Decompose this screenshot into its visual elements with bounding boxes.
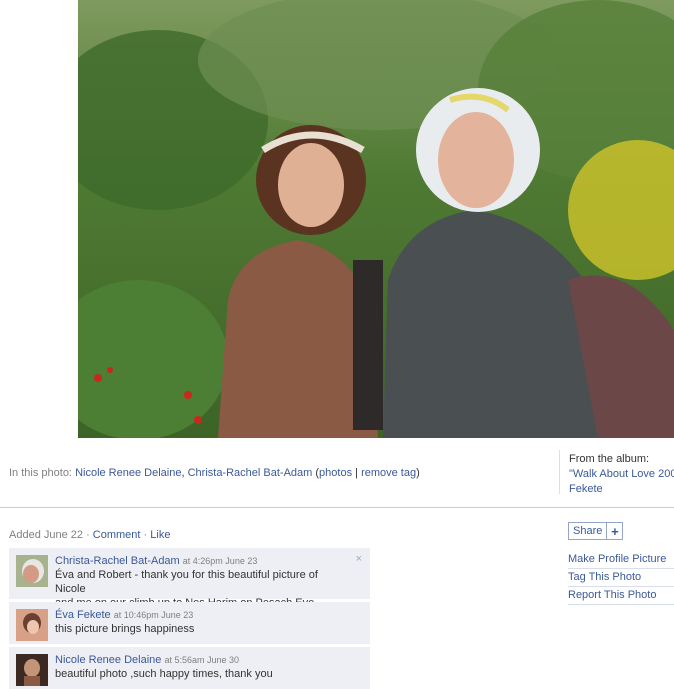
comment-author-link[interactable]: Éva Fekete <box>55 609 111 621</box>
comment-text: Éva and Robert - thank you for this beau… <box>55 569 318 595</box>
photo-page: In this photo: Nicole Renee Delaine, Chr… <box>0 0 674 689</box>
comment-time: at 5:56am June 30 <box>164 655 240 665</box>
tags-prefix: In this photo: <box>9 467 72 479</box>
album-owner-link[interactable]: Fekete <box>569 483 603 495</box>
avatar[interactable] <box>16 555 48 587</box>
feedback-row: Added June 22 · Comment · Like <box>9 529 171 541</box>
comment-time: at 10:46pm June 23 <box>113 610 194 620</box>
tag-person-link[interactable]: Christa-Rachel Bat-Adam <box>188 467 313 479</box>
tag-this-photo-link[interactable]: Tag This Photo <box>568 569 674 587</box>
photo[interactable] <box>78 0 674 438</box>
added-date: Added June 22 <box>9 529 84 541</box>
comment-link[interactable]: Comment <box>93 529 141 541</box>
album-label: From the album: <box>569 453 650 465</box>
photo-image <box>78 0 674 438</box>
comment: Nicole Renee Delaine at 5:56am June 30 b… <box>9 647 370 689</box>
avatar[interactable] <box>16 609 48 641</box>
comment-time: at 4:26pm June 23 <box>182 556 258 566</box>
remove-tag-link[interactable]: remove tag <box>361 467 416 479</box>
make-profile-picture-link[interactable]: Make Profile Picture <box>568 551 674 569</box>
share-button[interactable]: Share + <box>568 522 624 540</box>
tagged-photos-link[interactable]: photos <box>319 467 352 479</box>
photo-tags: In this photo: Nicole Renee Delaine, Chr… <box>9 467 420 479</box>
share-label: Share <box>569 523 608 539</box>
report-this-photo-link[interactable]: Report This Photo <box>568 587 674 605</box>
album-link[interactable]: "Walk About Love 200 <box>569 468 674 480</box>
comment-text: beautiful photo ,such happy times, thank… <box>55 668 273 680</box>
comment: Éva Fekete at 10:46pm June 23 this pictu… <box>9 602 370 644</box>
avatar[interactable] <box>16 654 48 686</box>
comment-text: this picture brings happiness <box>55 623 195 635</box>
comment-author-link[interactable]: Nicole Renee Delaine <box>55 654 161 666</box>
tag-person-link[interactable]: Nicole Renee Delaine <box>75 467 181 479</box>
comment: Christa-Rachel Bat-Adam at 4:26pm June 2… <box>9 548 370 609</box>
close-icon[interactable]: × <box>356 553 362 565</box>
photo-actions: Make Profile Picture Tag This Photo Repo… <box>568 551 674 605</box>
plus-icon[interactable]: + <box>607 523 622 539</box>
album-info: From the album: "Walk About Love 200 Fek… <box>569 452 674 497</box>
album-divider <box>559 450 560 494</box>
like-link[interactable]: Like <box>150 529 170 541</box>
divider <box>0 507 674 508</box>
comment-author-link[interactable]: Christa-Rachel Bat-Adam <box>55 555 180 567</box>
